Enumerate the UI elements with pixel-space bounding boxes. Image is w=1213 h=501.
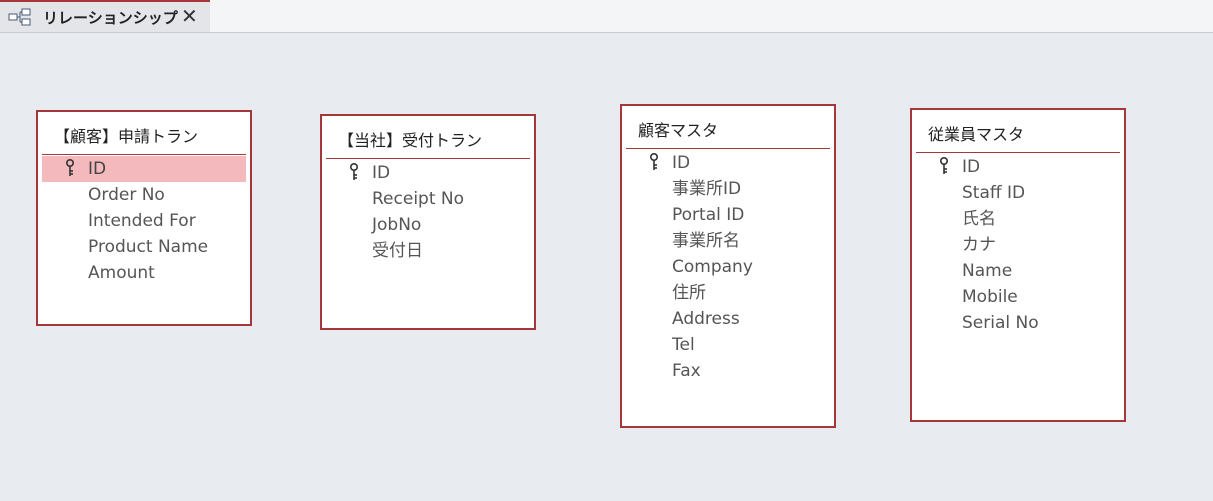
field-name: Portal ID xyxy=(672,205,745,225)
field-row[interactable]: ID xyxy=(626,150,830,176)
field-row[interactable]: Company xyxy=(626,254,830,280)
field-name: ID xyxy=(88,159,107,179)
title-divider xyxy=(916,152,1120,153)
table-title: 従業員マスタ xyxy=(928,125,1025,144)
field-name: 氏名 xyxy=(962,209,996,229)
table-box-employee-master[interactable]: 従業員マスタ ID Staff ID 氏名 カナ Name Mobile Ser… xyxy=(910,108,1126,422)
field-name: ID xyxy=(962,157,981,177)
field-name: Address xyxy=(672,309,740,329)
table-box-reception[interactable]: 【当社】受付トラン ID Receipt No JobNo 受付日 xyxy=(320,114,536,330)
field-row[interactable]: Mobile xyxy=(916,284,1120,310)
field-row[interactable]: Serial No xyxy=(916,310,1120,336)
title-divider xyxy=(626,148,830,149)
field-row[interactable]: Amount xyxy=(42,260,246,286)
title-divider xyxy=(326,158,530,159)
relationships-icon xyxy=(8,8,32,26)
field-list: ID Receipt No JobNo 受付日 xyxy=(326,160,530,264)
field-row[interactable]: JobNo xyxy=(326,212,530,238)
key-icon xyxy=(348,162,360,181)
key-icon xyxy=(648,152,660,171)
tab-relationships[interactable]: リレーションシップ ✕ xyxy=(0,0,210,32)
field-name: Receipt No xyxy=(372,189,465,209)
field-name: Fax xyxy=(672,361,701,381)
field-row[interactable]: 事業所ID xyxy=(626,176,830,202)
field-name: Name xyxy=(962,261,1013,281)
field-row[interactable]: Portal ID xyxy=(626,202,830,228)
field-row[interactable]: Address xyxy=(626,306,830,332)
field-name: Order No xyxy=(88,185,165,205)
field-name: Company xyxy=(672,257,753,277)
field-row[interactable]: カナ xyxy=(916,232,1120,258)
table-title: 【顧客】申請トラン xyxy=(54,127,199,146)
field-name: ID xyxy=(372,163,391,183)
field-row[interactable]: Name xyxy=(916,258,1120,284)
table-title: 顧客マスタ xyxy=(638,121,719,140)
field-row[interactable]: Receipt No xyxy=(326,186,530,212)
field-row[interactable]: Intended For xyxy=(42,208,246,234)
field-name: ID xyxy=(672,153,691,173)
field-name: JobNo xyxy=(372,215,422,235)
field-row[interactable]: Fax xyxy=(626,358,830,384)
field-name: Staff ID xyxy=(962,183,1026,203)
field-name: Tel xyxy=(672,335,695,355)
field-row[interactable]: Staff ID xyxy=(916,180,1120,206)
title-divider xyxy=(42,154,246,155)
field-row[interactable]: 事業所名 xyxy=(626,228,830,254)
relationships-canvas[interactable]: 【顧客】申請トラン ID Order No Intended For Produ… xyxy=(0,33,1213,501)
table-box-customer-master[interactable]: 顧客マスタ ID 事業所ID Portal ID 事業所名 Company 住所… xyxy=(620,104,836,428)
field-name: 住所 xyxy=(672,283,706,303)
field-name: Amount xyxy=(88,263,155,283)
field-row[interactable]: Product Name xyxy=(42,234,246,260)
tab-label: リレーションシップ xyxy=(43,9,178,27)
key-icon xyxy=(938,156,950,175)
field-name: 受付日 xyxy=(372,241,423,261)
field-name: Intended For xyxy=(88,211,196,231)
field-row[interactable]: Tel xyxy=(626,332,830,358)
field-row[interactable]: 住所 xyxy=(626,280,830,306)
field-name: Serial No xyxy=(962,313,1039,333)
field-row[interactable]: ID xyxy=(42,156,246,182)
field-list: ID 事業所ID Portal ID 事業所名 Company 住所 Addre… xyxy=(626,150,830,384)
key-icon xyxy=(64,158,76,177)
table-title: 【当社】受付トラン xyxy=(338,131,483,150)
field-name: 事業所ID xyxy=(672,179,742,199)
field-list: ID Order No Intended For Product Name Am… xyxy=(42,156,246,286)
field-row[interactable]: 氏名 xyxy=(916,206,1120,232)
document-tab-bar: リレーションシップ ✕ xyxy=(0,0,1213,33)
field-row[interactable]: ID xyxy=(326,160,530,186)
field-name: カナ xyxy=(962,235,996,255)
field-name: 事業所名 xyxy=(672,231,740,251)
field-name: Mobile xyxy=(962,287,1018,307)
field-row[interactable]: ID xyxy=(916,154,1120,180)
field-list: ID Staff ID 氏名 カナ Name Mobile Serial No xyxy=(916,154,1120,336)
field-name: Product Name xyxy=(88,237,209,257)
field-row[interactable]: Order No xyxy=(42,182,246,208)
field-row[interactable]: 受付日 xyxy=(326,238,530,264)
close-icon[interactable]: ✕ xyxy=(181,6,198,26)
table-box-request[interactable]: 【顧客】申請トラン ID Order No Intended For Produ… xyxy=(36,110,252,326)
